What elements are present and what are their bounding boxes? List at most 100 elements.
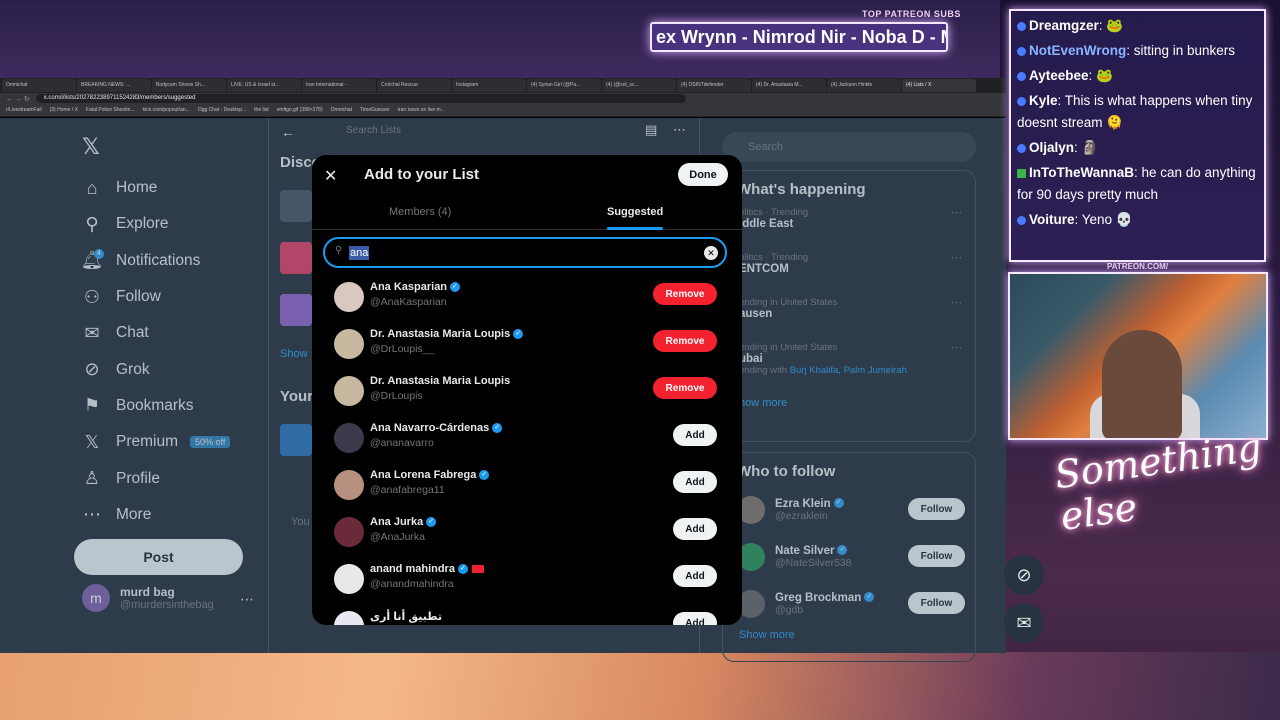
search-input-value[interactable]: ana — [349, 246, 370, 260]
remove-button[interactable]: Remove — [653, 330, 717, 352]
chat-text: : sitting in bunkers — [1126, 43, 1236, 58]
tab-suggested[interactable]: Suggested — [607, 206, 663, 218]
verified-badge-icon: ✓ — [479, 470, 490, 481]
user-handle: @ananavarro — [370, 437, 434, 449]
chat-username: Kyle — [1029, 93, 1058, 108]
bookmarks-bar: r/LivestreamFail (3) Home / X Fatal Poli… — [0, 104, 1006, 117]
back-forward-reload-icons[interactable]: ← → ↻ — [6, 95, 30, 103]
platform-icon — [1017, 71, 1026, 81]
chat-message: InToTheWannaB: he can do anything for 90… — [1017, 162, 1258, 206]
stream-chat-panel: Dreamgzer: 🐸 NotEvenWrong: sitting in bu… — [1009, 9, 1266, 262]
platform-icon — [1017, 21, 1026, 31]
search-icon: ⚲ — [335, 245, 343, 256]
verified-badge-icon: ✓ — [426, 517, 437, 528]
add-button[interactable]: Add — [673, 424, 717, 446]
platform-icon — [1017, 215, 1026, 225]
list-item: Ana Lorena Fabrega ✓ @anafabrega11 Add — [312, 464, 742, 511]
user-handle: @anandmahindra — [370, 578, 454, 590]
browser-tab[interactable]: (4) Syrian Girl (@Pa... — [527, 79, 601, 92]
user-handle: @AnaKasparian — [370, 296, 447, 308]
browser-tab[interactable]: BREAKING NEWS: ... — [77, 79, 151, 92]
clear-search-icon[interactable]: ✕ — [704, 246, 718, 260]
browser-tab[interactable]: Crotchal Rescue — [377, 79, 451, 92]
user-name: anand mahindra ✓ — [370, 563, 484, 575]
avatar — [334, 329, 364, 359]
chat-username: InToTheWannaB — [1029, 165, 1134, 180]
browser-tab-active[interactable]: (4) Lists / X — [902, 79, 976, 92]
avatar — [334, 282, 364, 312]
bookmark-item[interactable]: emfigo.gif (399×278) — [277, 107, 323, 113]
user-name: Ana Jurka ✓ — [370, 516, 437, 528]
chat-username: Dreamgzer — [1029, 18, 1099, 33]
list-item: Ana Kasparian ✓ @AnaKasparian Remove — [312, 276, 742, 323]
chat-text: : Yeno 💀 — [1074, 212, 1133, 227]
user-name: Ana Lorena Fabrega ✓ — [370, 469, 490, 481]
chat-username: NotEvenWrong — [1029, 43, 1127, 58]
user-name: Dr. Anastasia Maria Loupis ✓ — [370, 328, 524, 340]
browser-tab[interactable]: (4) (@sol_sc... — [602, 79, 676, 92]
add-button[interactable]: Add — [673, 565, 717, 587]
mail-icon[interactable]: ✉ — [1004, 603, 1044, 643]
close-icon[interactable]: ✕ — [324, 166, 337, 186]
tab-members[interactable]: Members (4) — [389, 206, 451, 218]
browser-tab[interactable]: Omnichat — [2, 79, 76, 92]
add-button[interactable]: Add — [673, 518, 717, 540]
modal-title: Add to your List — [364, 166, 479, 183]
add-to-list-modal: ✕ Add to your List Done Members (4) Sugg… — [312, 155, 742, 625]
bookmark-item[interactable]: Ogg Chat - Desktop... — [198, 107, 246, 113]
avatar — [334, 376, 364, 406]
browser-tab[interactable]: LIVE: US & Israel st... — [227, 79, 301, 92]
x-app: 𝕏 ⌂ Home ⚲ Explore 🔔︎ 4 Notifications ⚇ Follo… — [0, 118, 1006, 662]
browser-tab[interactable]: Bodycam Shows Sh... — [152, 79, 226, 92]
verified-badge-icon: ✓ — [457, 564, 468, 575]
add-button[interactable]: Add — [673, 612, 717, 625]
verified-badge-icon: ✓ — [492, 423, 503, 434]
remove-button[interactable]: Remove — [653, 283, 717, 305]
modal-tabs: Members (4) Suggested — [312, 195, 742, 230]
bookmark-item[interactable]: kick.com/popout/an... — [143, 107, 190, 113]
add-button[interactable]: Add — [673, 471, 717, 493]
webcam-person — [1102, 330, 1182, 438]
chat-message: Voiture: Yeno 💀 — [1017, 209, 1258, 231]
platform-icon — [1017, 96, 1026, 106]
bookmark-item[interactable]: Omnichat — [331, 107, 352, 113]
avatar — [334, 517, 364, 547]
bookmark-item[interactable]: Fatal Police Shootin... — [86, 107, 135, 113]
bookmark-item[interactable]: r/LivestreamFail — [6, 107, 42, 113]
list-item: Dr. Anastasia Maria Loupis ✓ @DrLoupis__ … — [312, 323, 742, 370]
avatar — [334, 611, 364, 625]
browser-tab[interactable]: Instagram — [452, 79, 526, 92]
chat-text: : 🗿 — [1074, 140, 1099, 155]
bookmark-item[interactable]: iran news on live m... — [398, 107, 445, 113]
platform-icon — [1017, 46, 1026, 56]
bookmark-item[interactable]: the list — [254, 107, 268, 113]
platform-icon — [1017, 143, 1026, 153]
chat-message: Kyle: This is what happens when tiny doe… — [1017, 90, 1258, 134]
url-field[interactable]: x.com/i/lists/2027822389711524283/member… — [35, 94, 686, 103]
flag-icon — [471, 565, 484, 574]
member-search-field[interactable]: ⚲ ana ✕ — [323, 237, 727, 268]
chat-message: Oljalyn: 🗿 — [1017, 137, 1258, 159]
grok-icon[interactable]: ⊘ — [1004, 555, 1044, 595]
chat-username: Ayteebee — [1029, 68, 1089, 83]
remove-button[interactable]: Remove — [653, 377, 717, 399]
chat-message: Dreamgzer: 🐸 — [1017, 15, 1258, 37]
list-item: Dr. Anastasia Maria Loupis @DrLoupis Rem… — [312, 370, 742, 417]
avatar — [334, 423, 364, 453]
tab-bar: Omnichat BREAKING NEWS: ... Bodycam Show… — [0, 78, 1006, 93]
avatar — [334, 564, 364, 594]
browser-tab[interactable]: Iran International - — [302, 79, 376, 92]
webcam-feed — [1008, 272, 1268, 440]
done-button[interactable]: Done — [678, 163, 728, 186]
user-handle: @DrLoupis — [370, 390, 423, 402]
bookmark-item[interactable]: TimeGuesser — [360, 107, 390, 113]
browser-tab[interactable]: (4) Jackson Hinkle — [827, 79, 901, 92]
list-item: تطبيق أنا أرى Add — [312, 605, 742, 625]
list-item: anand mahindra ✓ @anandmahindra Add — [312, 558, 742, 605]
verified-badge-icon: ✓ — [513, 329, 524, 340]
browser-tab[interactable]: (4) OSINTdefender — [677, 79, 751, 92]
chat-username: Oljalyn — [1029, 140, 1075, 155]
bookmark-item[interactable]: (3) Home / X — [50, 107, 78, 113]
user-handle: @DrLoupis__ — [370, 343, 435, 355]
browser-tab[interactable]: (4) Dr. Anastasia M... — [752, 79, 826, 92]
